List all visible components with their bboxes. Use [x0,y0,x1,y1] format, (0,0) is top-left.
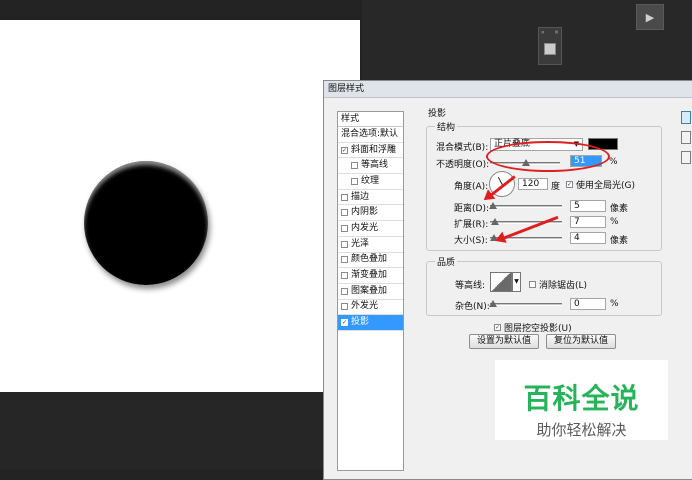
reset-default-button[interactable]: 复位为默认值 [546,334,616,349]
distance-label: 距离(D): [454,204,489,214]
opacity-highlight-ellipse [486,141,610,172]
black-circle-layer [84,161,208,285]
spread-unit: % [610,217,619,227]
style-item-checkbox[interactable] [341,224,348,232]
dialog-title: 图层样式 [324,81,692,98]
style-item-label: 内发光 [351,222,379,233]
play-icon[interactable]: ▶ [636,4,664,30]
watermark-subtitle: 助你轻松解决 [536,421,627,439]
style-item[interactable]: 纹理 [338,174,403,190]
style-item-label: 斜面和浮雕 [351,144,397,155]
contour-label: 等高线: [455,281,486,291]
style-item-label: 混合选项:默认 [341,128,399,139]
style-item-checkbox[interactable] [341,240,348,248]
style-item-label: 描边 [351,191,370,202]
style-item-checkbox[interactable] [341,287,348,295]
noise-input[interactable]: 0 [570,298,606,310]
style-item-label: 光泽 [351,238,370,249]
distance-unit: 像素 [610,204,629,214]
watermark: 百科全说 助你轻松解决 [495,360,668,440]
cancel-button[interactable] [681,131,691,144]
style-item-checkbox[interactable] [351,162,358,170]
structure-title: 结构 [435,120,458,133]
noise-unit: % [610,299,619,309]
styles-header[interactable]: 样式 [338,112,403,127]
style-item-checkbox[interactable] [341,209,348,217]
style-item[interactable]: 渐变叠加 [338,268,403,284]
style-item[interactable]: 颜色叠加 [338,253,403,269]
antialias-label: 消除锯齿(L) [539,281,588,291]
size-label: 大小(S): [454,236,488,246]
knockout-label: 图层挖空投影(U) [504,324,572,334]
noise-slider[interactable] [489,300,562,307]
style-item-checkbox[interactable] [341,193,348,201]
ok-button[interactable] [681,111,691,124]
global-light-toggle[interactable]: ✓ 使用全局光(G) [566,178,635,191]
style-item[interactable]: 内发光 [338,221,403,237]
collapsed-panel[interactable]: » × [538,27,562,65]
noise-slider-thumb[interactable] [489,300,497,307]
blend-mode-label: 混合模式(B): [436,143,489,153]
style-item-checkbox[interactable] [341,272,348,280]
style-item[interactable]: 描边 [338,190,403,206]
style-item[interactable]: 内阴影 [338,205,403,222]
make-default-button[interactable]: 设置为默认值 [469,334,539,349]
style-item[interactable]: 图案叠加 [338,284,403,300]
style-item-label: 等高线 [361,160,389,171]
style-item-checkbox[interactable] [351,177,358,185]
style-item-label: 投影 [351,317,370,328]
style-item-label: 外发光 [351,301,379,312]
style-item[interactable]: 等高线 [338,158,403,175]
knockout-toggle[interactable]: ✓ 图层挖空投影(U) [494,321,572,334]
expand-icon[interactable]: » [541,28,545,37]
styles-list: 样式 混合选项:默认 ✓ 斜面和浮雕 等高线 纹理 描边 内阴影 内发光 光泽 颜色叠加 渐变叠加图… [337,111,404,471]
style-item-checkbox[interactable] [341,256,348,264]
spread-input[interactable]: 7 [570,216,606,228]
style-item-label: 颜色叠加 [351,254,388,265]
contour-preview[interactable] [490,272,512,292]
size-unit: 像素 [610,236,629,246]
quality-title: 品质 [435,255,458,268]
panel-icon[interactable] [544,43,556,55]
style-item-label: 内阴影 [351,207,379,218]
global-light-label: 使用全局光(G) [576,181,635,191]
angle-input[interactable]: 120 [518,178,548,190]
noise-label: 杂色(N): [455,302,490,312]
style-item[interactable]: 混合选项:默认 [338,127,403,143]
opacity-label: 不透明度(O): [436,160,490,170]
angle-label: 角度(A): [454,182,489,192]
style-item-label: 纹理 [361,175,380,186]
knockout-checkbox[interactable]: ✓ [494,324,501,331]
style-item[interactable]: 外发光 [338,300,403,316]
close-icon[interactable]: × [554,28,559,37]
style-item-checkbox[interactable] [341,303,348,311]
angle-unit: 度 [551,182,561,192]
distance-slider[interactable] [489,202,562,209]
watermark-title: 百科全说 [523,382,640,415]
style-item[interactable]: 光泽 [338,237,403,253]
distance-input[interactable]: 5 [570,200,606,212]
global-light-checkbox[interactable]: ✓ [566,181,573,188]
new-style-button[interactable] [681,151,691,164]
spread-slider-thumb[interactable] [491,218,499,225]
style-item-label: 图案叠加 [351,285,388,296]
distance-slider-thumb[interactable] [489,202,497,209]
opacity-unit: % [609,157,618,167]
section-title: 投影 [428,109,447,119]
style-item[interactable]: ✓ 斜面和浮雕 [338,143,403,159]
style-item-label: 渐变叠加 [351,270,388,281]
style-item[interactable]: ✓ 投影 [338,315,403,331]
spread-label: 扩展(R): [454,220,489,230]
contour-dropdown-icon[interactable]: ▼ [512,272,521,292]
style-item-checkbox[interactable]: ✓ [341,146,348,154]
size-input[interactable]: 4 [570,232,606,244]
document-canvas[interactable] [0,20,360,392]
antialias-checkbox[interactable] [529,281,536,288]
style-item-checkbox[interactable]: ✓ [341,319,348,327]
antialias-toggle[interactable]: 消除锯齿(L) [529,278,587,291]
